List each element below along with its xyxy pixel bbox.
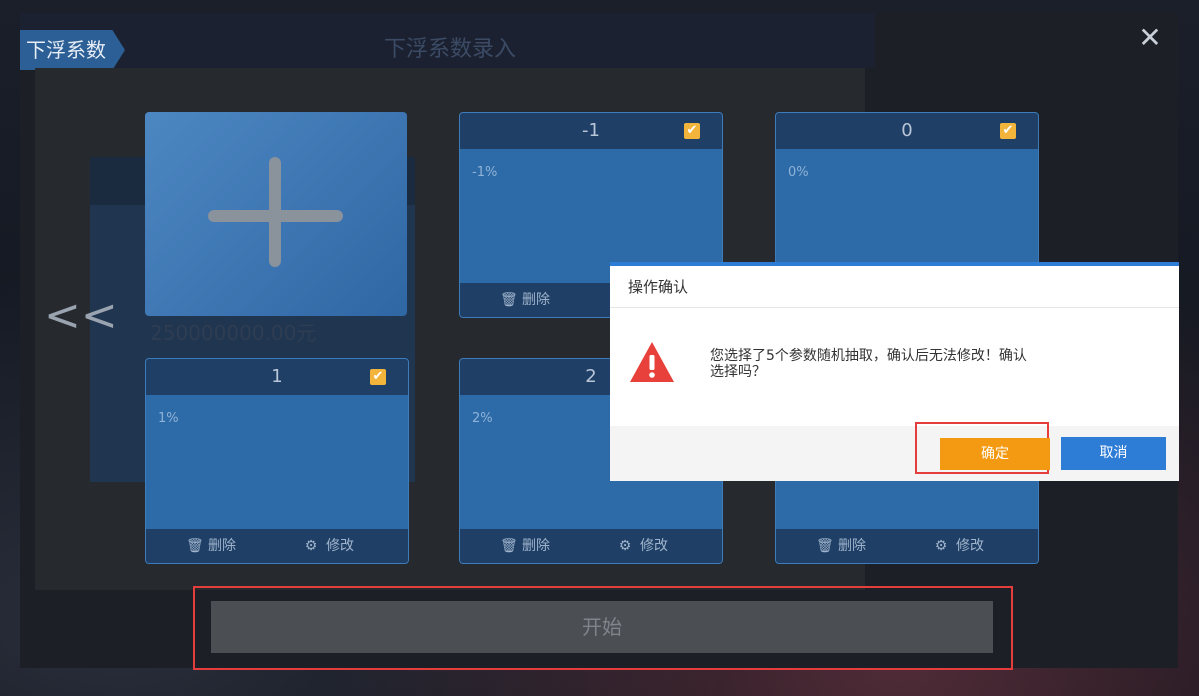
delete-button[interactable]: 🗑 删除 (186, 529, 236, 563)
delete-button[interactable]: 🗑 删除 (500, 283, 550, 317)
edit-button[interactable]: ⚙ 修改 (934, 529, 984, 563)
card-header: 0 (776, 113, 1038, 149)
dialog-title: 操作确认 (610, 266, 1179, 308)
prev-page-arrow[interactable]: << (44, 290, 118, 341)
card-value: -1% (472, 165, 498, 180)
cancel-button[interactable]: 取消 (1061, 437, 1166, 470)
card-header: 1 (146, 359, 408, 395)
card-value: 1% (158, 411, 179, 426)
close-icon[interactable]: ✕ (1138, 24, 1162, 52)
add-card-button[interactable] (145, 112, 407, 316)
start-button[interactable]: 开始 (211, 601, 993, 653)
trash-icon: 🗑 (186, 538, 204, 554)
delete-button[interactable]: 🗑 删除 (500, 529, 550, 563)
card-value: 2% (472, 411, 493, 426)
page-title: 下浮系数录入 (383, 37, 516, 62)
check-icon[interactable]: ✔ (370, 369, 386, 385)
trash-icon: 🗑 (500, 292, 518, 308)
gear-icon: ⚙ (618, 538, 632, 554)
edit-button[interactable]: ⚙ 修改 (304, 529, 354, 563)
confirm-button[interactable]: 确定 (940, 438, 1050, 470)
background-amount: 250000000.00元 (150, 321, 317, 345)
coefficient-card: 1 ✔ 1% 🗑 删除 ⚙ 修改 (145, 358, 409, 564)
check-icon[interactable]: ✔ (1000, 123, 1016, 139)
confirm-dialog: 操作确认 您选择了5个参数随机抽取，确认后无法修改！确认 选择吗？ 确定 取消 (610, 262, 1179, 481)
edit-button[interactable]: ⚙ 修改 (618, 529, 668, 563)
card-value: 0% (788, 165, 809, 180)
warning-icon (630, 342, 674, 382)
tab-label: 下浮系数 (20, 30, 125, 70)
check-icon[interactable]: ✔ (684, 123, 700, 139)
card-header: -1 (460, 113, 722, 149)
gear-icon: ⚙ (304, 538, 318, 554)
gear-icon: ⚙ (934, 538, 948, 554)
delete-button[interactable]: 🗑 删除 (816, 529, 866, 563)
trash-icon: 🗑 (500, 538, 518, 554)
dialog-message: 您选择了5个参数随机抽取，确认后无法修改！确认 选择吗？ (710, 348, 1027, 380)
trash-icon: 🗑 (816, 538, 834, 554)
